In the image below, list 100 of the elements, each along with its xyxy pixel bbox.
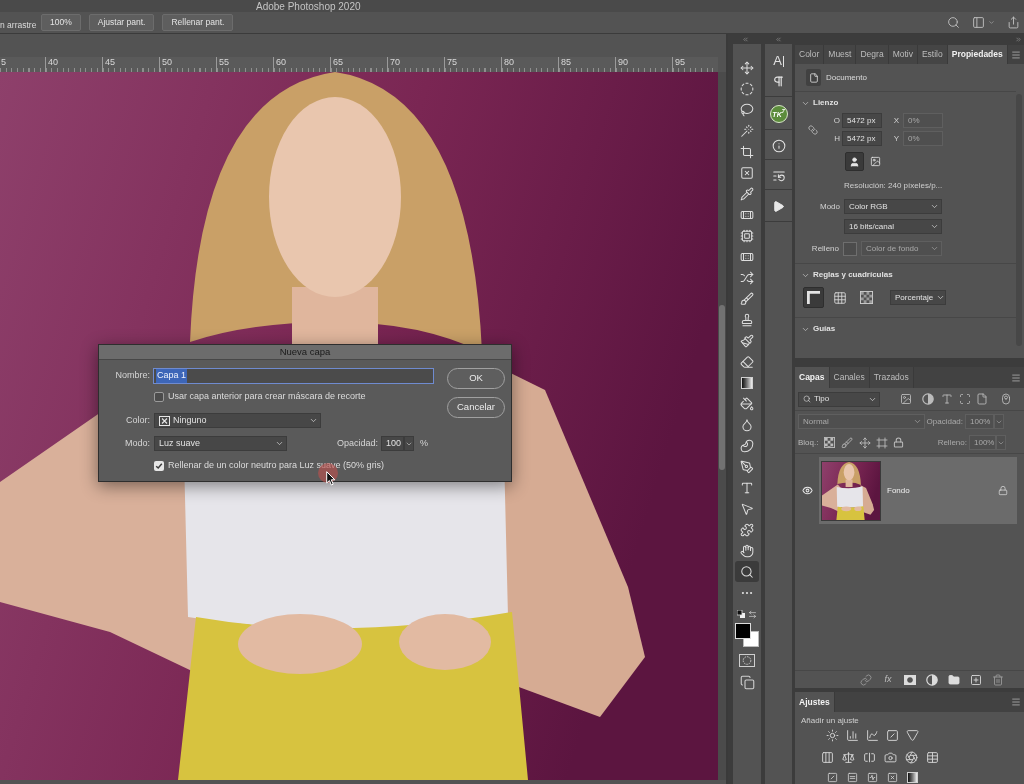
gradient-icon[interactable] bbox=[907, 772, 918, 783]
camera-icon[interactable] bbox=[884, 751, 897, 764]
corners-icon[interactable] bbox=[959, 393, 971, 405]
paintbrush-icon[interactable] bbox=[740, 333, 754, 348]
dropdown[interactable]: 16 bits/canal bbox=[844, 219, 942, 234]
link-icon[interactable] bbox=[807, 124, 819, 135]
text-field[interactable]: 5472 px bbox=[842, 113, 882, 128]
chevron-down-icon[interactable] bbox=[275, 439, 284, 448]
dropdown[interactable]: Luz suave bbox=[154, 436, 287, 451]
crossed-square-icon[interactable] bbox=[887, 772, 898, 783]
scale-icon[interactable] bbox=[842, 751, 855, 764]
paint-bucket-icon[interactable] bbox=[740, 396, 754, 411]
chevron-down-icon[interactable] bbox=[309, 416, 318, 425]
image-icon[interactable] bbox=[900, 393, 912, 405]
bean-icon[interactable] bbox=[740, 438, 754, 453]
option-button[interactable]: Rellenar pant. bbox=[162, 14, 234, 31]
panel-tab[interactable]: Ajustes bbox=[795, 692, 835, 712]
sun-icon[interactable] bbox=[826, 729, 839, 742]
list-arrow-icon[interactable] bbox=[771, 168, 786, 183]
magic-wand-icon[interactable] bbox=[740, 123, 754, 138]
hand-icon[interactable] bbox=[740, 543, 754, 558]
info-icon[interactable] bbox=[771, 138, 786, 153]
pointer-arrow-icon[interactable] bbox=[740, 501, 754, 516]
scrollbar[interactable] bbox=[718, 72, 726, 780]
eye-icon[interactable] bbox=[801, 485, 813, 496]
move-icon[interactable] bbox=[740, 60, 754, 75]
file-icon[interactable] bbox=[976, 393, 988, 405]
person-icon[interactable] bbox=[849, 155, 860, 168]
folder-icon[interactable] bbox=[948, 673, 960, 686]
search-icon[interactable] bbox=[803, 395, 811, 403]
checkerboard-icon[interactable] bbox=[824, 437, 836, 448]
crossed-square-icon[interactable] bbox=[740, 165, 754, 180]
split-square-icon[interactable] bbox=[863, 751, 876, 764]
tool-button[interactable] bbox=[735, 561, 759, 582]
chevron-down-icon[interactable] bbox=[936, 293, 946, 302]
dashed-ellipse-icon[interactable] bbox=[740, 81, 754, 96]
bar-chart-icon[interactable] bbox=[846, 729, 859, 742]
color-swatch[interactable] bbox=[843, 241, 857, 256]
brush-icon[interactable] bbox=[841, 436, 854, 449]
frame-icon[interactable] bbox=[876, 436, 889, 449]
option-button[interactable]: 100% bbox=[41, 14, 81, 31]
square-lines-icon[interactable] bbox=[847, 772, 858, 783]
move-icon[interactable] bbox=[859, 436, 872, 449]
color-swatches-icon[interactable] bbox=[735, 623, 759, 647]
chevron-down-icon[interactable] bbox=[930, 222, 939, 231]
play-icon[interactable] bbox=[772, 200, 785, 213]
dropdown[interactable]: Ninguno bbox=[154, 413, 321, 428]
square-wave-icon[interactable] bbox=[867, 772, 878, 783]
slashed-square-icon[interactable] bbox=[827, 772, 838, 783]
fx-button[interactable]: fx bbox=[882, 675, 894, 684]
slashed-square-icon[interactable] bbox=[886, 729, 899, 742]
cancel-button[interactable]: Cancelar bbox=[447, 397, 505, 418]
plus-square-icon[interactable] bbox=[970, 673, 982, 686]
pen-icon[interactable] bbox=[740, 459, 754, 474]
columns-icon[interactable] bbox=[821, 751, 834, 764]
toggle-icon[interactable] bbox=[1000, 393, 1012, 405]
lock-icon[interactable] bbox=[998, 485, 1008, 496]
image-icon[interactable] bbox=[868, 156, 882, 167]
half-filled-circle-icon[interactable] bbox=[926, 673, 938, 686]
lock-icon[interactable] bbox=[893, 437, 905, 448]
dropdown[interactable]: Porcentaje bbox=[890, 290, 946, 305]
dashed-circle-square-icon[interactable] bbox=[739, 654, 755, 667]
checkbox[interactable] bbox=[154, 461, 164, 471]
eyedropper-icon[interactable] bbox=[740, 186, 754, 201]
pilcrow-icon[interactable] bbox=[772, 74, 785, 88]
search-icon[interactable] bbox=[947, 16, 960, 29]
share-icon[interactable] bbox=[1007, 16, 1020, 29]
aperture-icon[interactable] bbox=[905, 751, 918, 764]
name-input[interactable]: Capa 1 bbox=[153, 368, 434, 384]
document-icon[interactable] bbox=[806, 69, 821, 86]
option-button[interactable]: Ajustar pant. bbox=[88, 14, 155, 31]
lasso-icon[interactable] bbox=[740, 102, 754, 117]
text-field[interactable]: 100 bbox=[381, 436, 405, 451]
panel-tab[interactable]: Capas bbox=[795, 367, 830, 388]
small-squares-icon[interactable] bbox=[737, 610, 745, 618]
trash-icon[interactable] bbox=[992, 673, 1004, 686]
ok-button[interactable]: OK bbox=[447, 368, 505, 389]
stamp-icon[interactable] bbox=[740, 312, 754, 327]
type-icon[interactable] bbox=[941, 393, 953, 405]
chevron-down-icon[interactable] bbox=[930, 202, 939, 211]
curve-chart-icon[interactable] bbox=[866, 729, 879, 742]
crossed-arrows-icon[interactable] bbox=[740, 270, 754, 285]
layer-row[interactable]: Fondo bbox=[819, 457, 1017, 524]
half-filled-circle-icon[interactable] bbox=[922, 393, 934, 405]
brush-icon[interactable] bbox=[740, 291, 754, 306]
crop-icon[interactable] bbox=[740, 144, 754, 159]
eraser-icon[interactable] bbox=[740, 354, 754, 369]
table-icon[interactable] bbox=[926, 751, 939, 764]
gradient-icon[interactable] bbox=[741, 376, 753, 389]
panel-tab[interactable]: Propiedades bbox=[947, 45, 1008, 64]
character-panel-button[interactable]: A bbox=[773, 51, 784, 71]
link-icon[interactable] bbox=[860, 673, 872, 686]
ruler-button[interactable] bbox=[803, 287, 824, 308]
panel-layout-icon[interactable] bbox=[972, 16, 985, 29]
mask-icon[interactable] bbox=[904, 674, 916, 685]
chip-icon[interactable] bbox=[740, 228, 754, 243]
portrait-button[interactable] bbox=[845, 152, 864, 171]
droplet-icon[interactable] bbox=[740, 417, 754, 432]
overlapping-squares-icon[interactable] bbox=[739, 675, 755, 690]
type-icon[interactable] bbox=[740, 480, 754, 495]
